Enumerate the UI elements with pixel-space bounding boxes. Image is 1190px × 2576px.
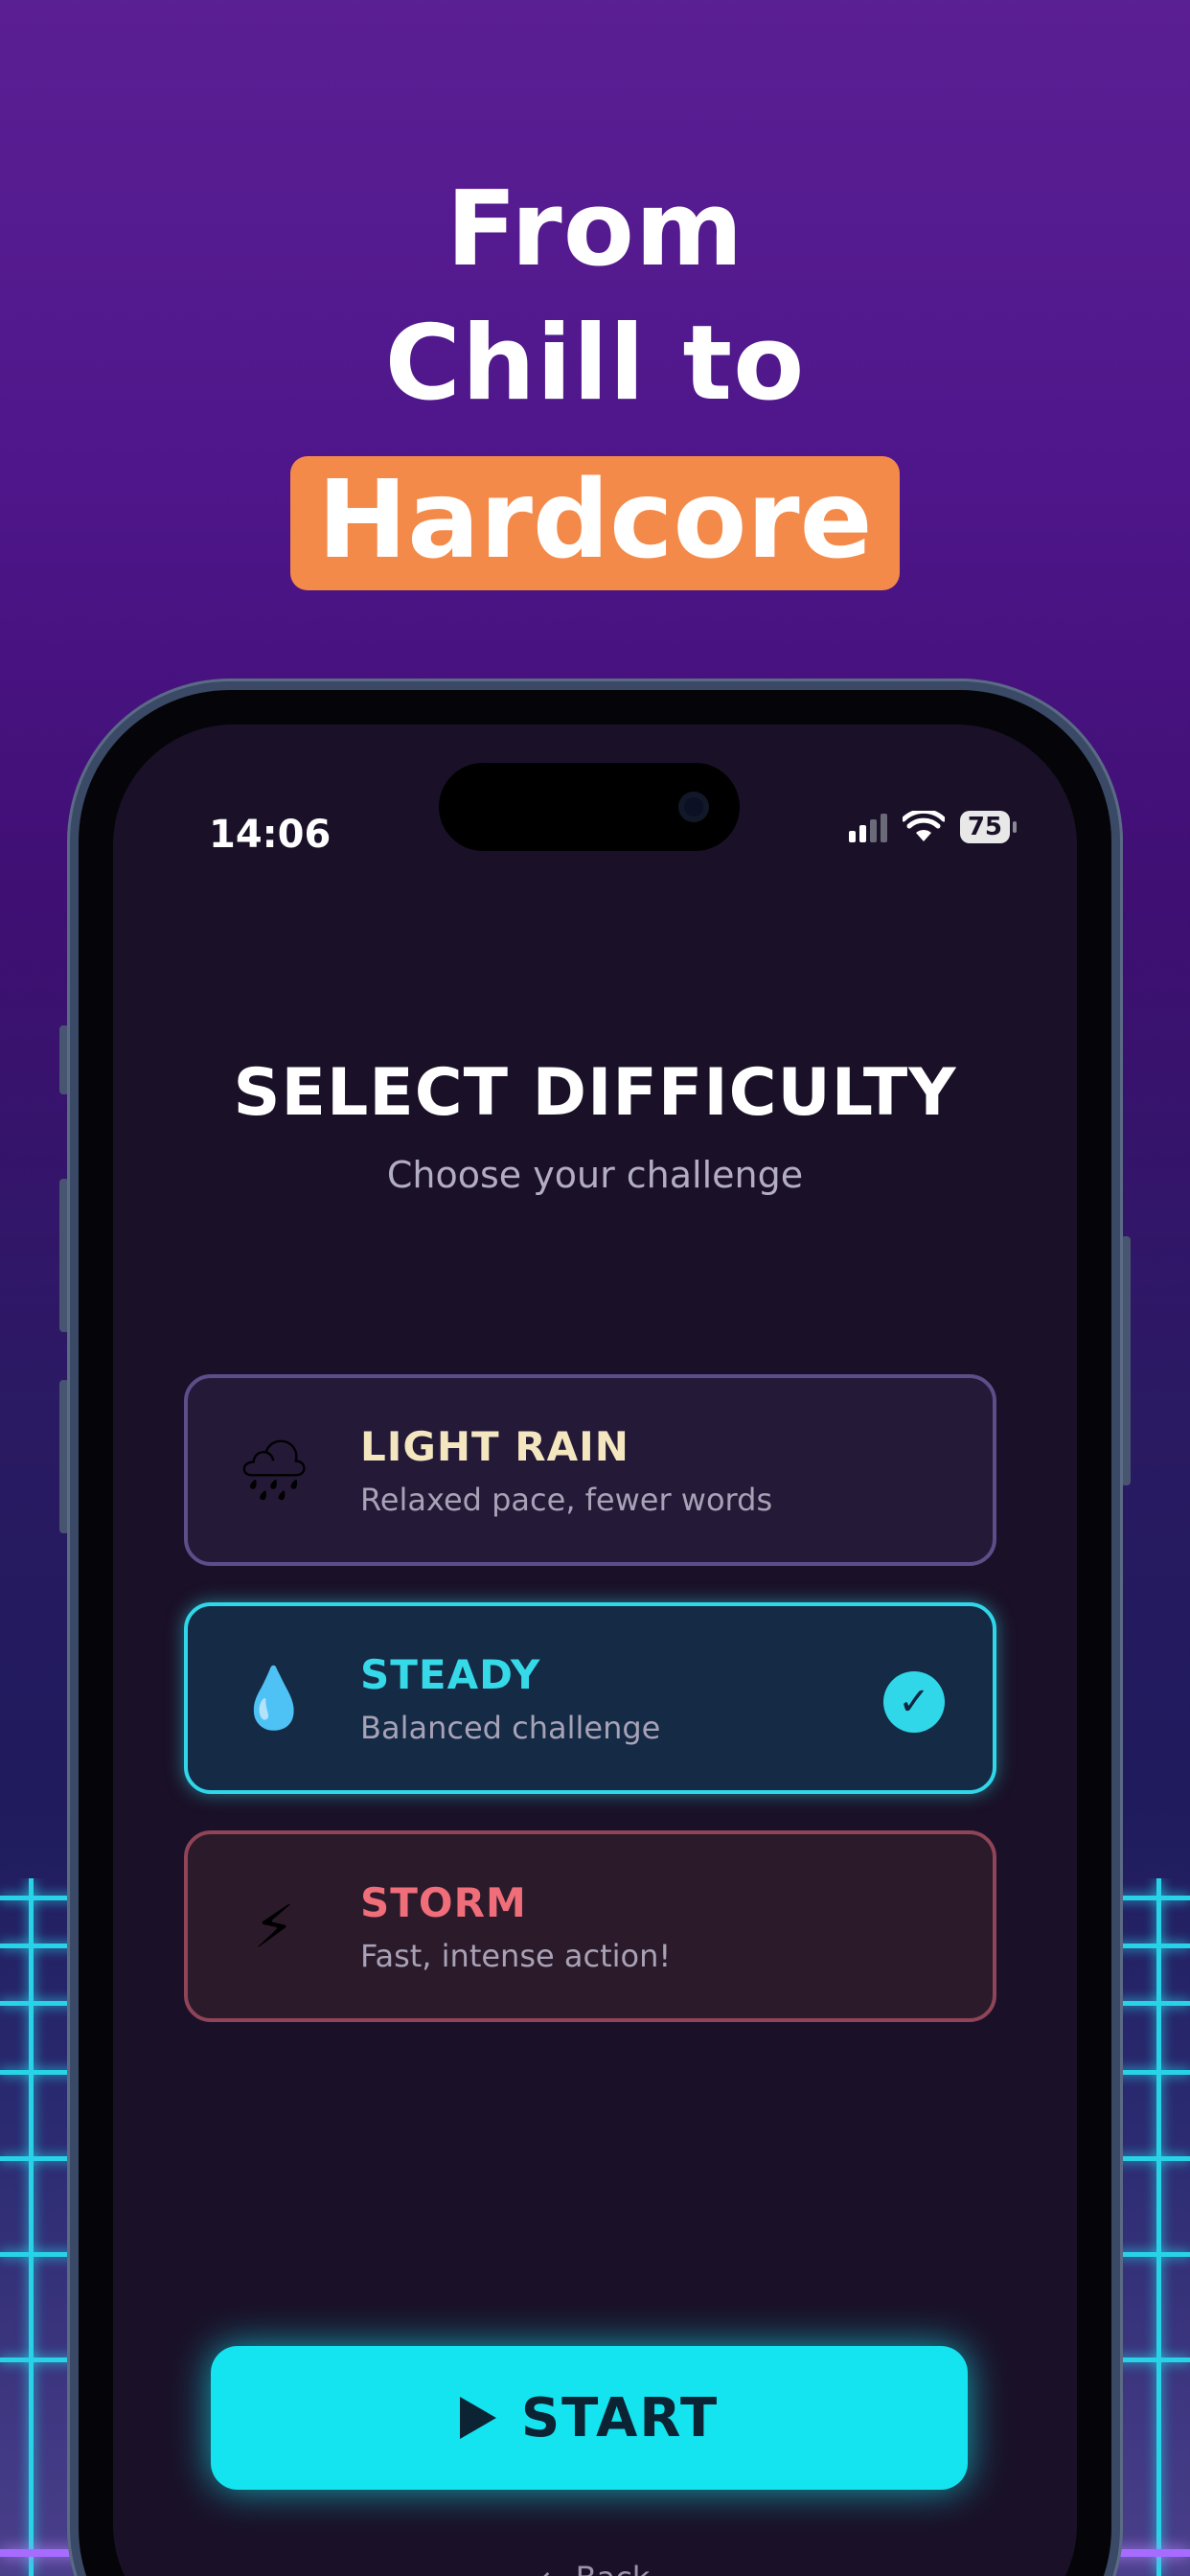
option-description: Relaxed pace, fewer words [360,1481,773,1518]
lightning-icon: ⚡ [253,1891,295,1962]
cloud-rain-icon: 🌧 [236,1435,312,1505]
battery-icon: 75 [959,811,1018,843]
option-name: LIGHT RAIN [360,1422,629,1470]
status-time: 14:06 [209,813,332,857]
difficulty-option-steady[interactable]: 💧 STEADY Balanced challenge ✓ [184,1602,996,1794]
app-screen: 14:06 75 SELECT DIFFICULTY Choose your c… [113,724,1077,2576]
back-link[interactable]: ← Back [113,2560,1077,2576]
difficulty-option-light-rain[interactable]: 🌧 LIGHT RAIN Relaxed pace, fewer words [184,1374,996,1566]
wifi-icon [902,811,945,841]
dynamic-island [439,763,740,851]
phone-bezel: 14:06 75 SELECT DIFFICULTY Choose your c… [79,690,1111,2576]
selected-check-icon: ✓ [883,1671,945,1733]
camera-icon [678,792,709,822]
promo-headline: From Chill to Hardcore [0,163,1190,590]
status-icons: 75 [848,811,1018,843]
option-description: Fast, intense action! [360,1937,672,1974]
start-button[interactable]: START [211,2346,968,2490]
option-description: Balanced challenge [360,1709,661,1746]
phone-mockup: 14:06 75 SELECT DIFFICULTY Choose your c… [67,678,1123,2576]
headline-highlight: Hardcore [290,456,900,590]
start-button-label: START [520,2386,720,2450]
cellular-signal-icon [848,812,887,842]
droplet-icon: 💧 [237,1663,311,1733]
screen-title: SELECT DIFFICULTY [233,1055,957,1131]
option-name: STORM [360,1878,527,1926]
option-name: STEADY [360,1650,541,1698]
headline-line-1: From [446,170,744,289]
screen-subtitle: Choose your challenge [386,1154,804,1196]
headline-line-2: Chill to [384,304,806,424]
play-icon [459,2397,496,2439]
difficulty-option-storm[interactable]: ⚡ STORM Fast, intense action! [184,1830,996,2022]
